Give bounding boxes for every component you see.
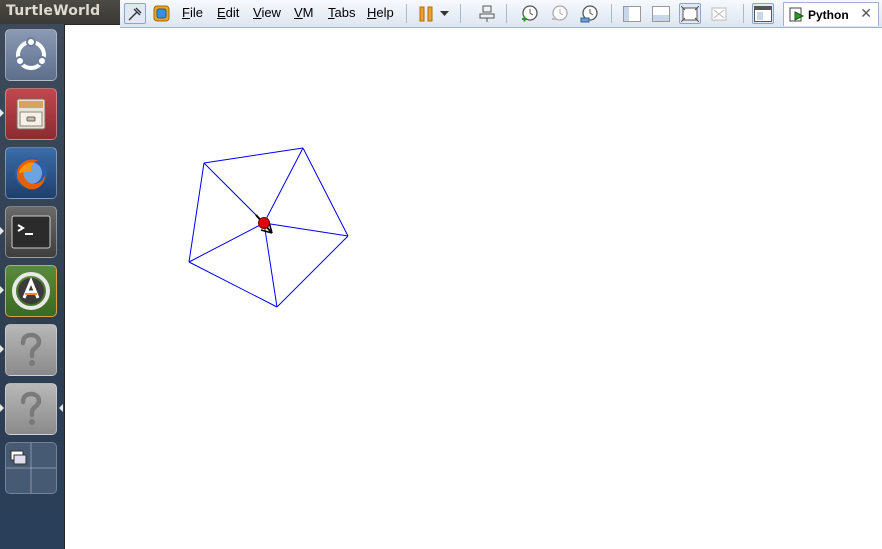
toolbar-separator [743,4,744,23]
software-updater-icon [12,272,50,310]
turtle-canvas[interactable] [65,28,882,549]
snapshot-take-icon[interactable] [518,3,540,24]
question-mark-icon [20,391,42,425]
library-icon[interactable] [752,3,774,24]
pause-icon[interactable] [415,3,437,24]
workspace-switcher-icon [6,443,56,493]
tab-python[interactable]: Python ✕ [783,2,879,26]
vm-icon[interactable] [150,3,172,24]
vm-tab-icon [789,7,805,27]
launcher-item-unknown-app[interactable] [5,324,57,376]
firefox-icon [15,157,47,190]
unity-mode-icon [708,3,730,24]
launcher-item-dash[interactable] [5,29,57,81]
launcher-item-terminal[interactable] [5,206,57,258]
toolbar-separator [460,4,461,23]
toolbar-separator [611,4,612,23]
ubuntu-logo-icon [15,37,47,70]
menu-file[interactable]: File [182,5,203,20]
top-panel: TurtleWorld [0,0,120,25]
running-indicator [0,286,4,294]
launcher-item-unknown-app[interactable] [5,383,57,435]
vm-toolbar: File Edit View VM Tabs Help Python ✕ [120,0,882,28]
snapshot-manager-icon[interactable] [578,3,600,24]
launcher-item-files[interactable] [5,88,57,140]
menu-tabs[interactable]: Tabs [328,5,355,20]
sidebar-toggle-icon[interactable] [621,3,643,24]
launcher [0,24,65,549]
menu-edit[interactable]: Edit [217,5,239,20]
app-title: TurtleWorld [6,3,101,19]
focused-indicator [59,404,63,412]
menu-view[interactable]: View [253,5,281,20]
console-view-icon[interactable] [650,3,672,24]
pin-icon[interactable] [124,3,146,24]
pentagon-drawing [188,147,349,308]
toolbar-separator [406,4,407,23]
close-icon[interactable]: ✕ [860,6,872,22]
turtle-icon [255,214,273,234]
tab-label: Python [808,8,849,22]
running-indicator [0,345,4,353]
menu-vm[interactable]: VM [294,5,314,20]
snapshot-revert-icon [548,3,570,24]
chevron-down-icon[interactable] [437,3,451,24]
launcher-item-software-updater[interactable] [5,265,57,317]
launcher-item-workspace-switcher[interactable] [5,442,57,494]
terminal-icon [11,215,51,249]
launcher-item-firefox[interactable] [5,147,57,199]
fit-window-icon[interactable] [679,3,701,24]
network-icon[interactable] [476,3,498,24]
question-mark-icon [20,332,42,366]
menu-help[interactable]: Help [367,5,394,20]
running-indicator [0,227,4,235]
file-cabinet-icon [16,98,46,130]
running-indicator [0,404,4,412]
toolbar-separator [506,4,507,23]
running-indicator [0,109,4,117]
